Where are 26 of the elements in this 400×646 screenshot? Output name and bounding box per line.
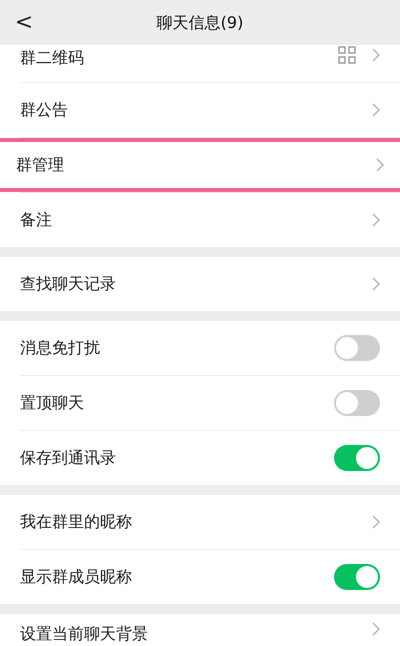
row-label: 查找聊天记录 bbox=[20, 273, 117, 295]
chevron-right-icon bbox=[372, 213, 380, 227]
settings-row[interactable]: 群管理 bbox=[0, 138, 400, 192]
row-label: 我在群里的昵称 bbox=[20, 511, 133, 533]
row-label: 保存到通讯录 bbox=[20, 447, 117, 469]
toggle-switch[interactable] bbox=[334, 390, 380, 416]
row-label: 置顶聊天 bbox=[20, 392, 85, 414]
qr-code-icon bbox=[338, 46, 356, 64]
chevron-right-icon bbox=[376, 158, 384, 172]
row-label: 群二维码 bbox=[20, 47, 85, 69]
window-title: 聊天信息(9) bbox=[156, 12, 244, 34]
toggle-switch[interactable] bbox=[334, 445, 380, 471]
row-label: 群管理 bbox=[16, 154, 65, 176]
row-label: 消息免打扰 bbox=[20, 337, 101, 359]
back-button[interactable]: < bbox=[14, 6, 34, 39]
row-label: 备注 bbox=[20, 209, 53, 231]
chevron-right-icon bbox=[372, 622, 380, 636]
chevron-right-icon bbox=[372, 103, 380, 117]
row-label: 显示群成员昵称 bbox=[20, 566, 133, 588]
row-label: 设置当前聊天背景 bbox=[20, 623, 149, 645]
chevron-right-icon bbox=[372, 277, 380, 291]
toggle-switch[interactable] bbox=[334, 564, 380, 590]
chevron-right-icon bbox=[372, 48, 380, 62]
toggle-switch[interactable] bbox=[334, 335, 380, 361]
chevron-right-icon bbox=[372, 515, 380, 529]
row-label: 群公告 bbox=[20, 99, 69, 121]
